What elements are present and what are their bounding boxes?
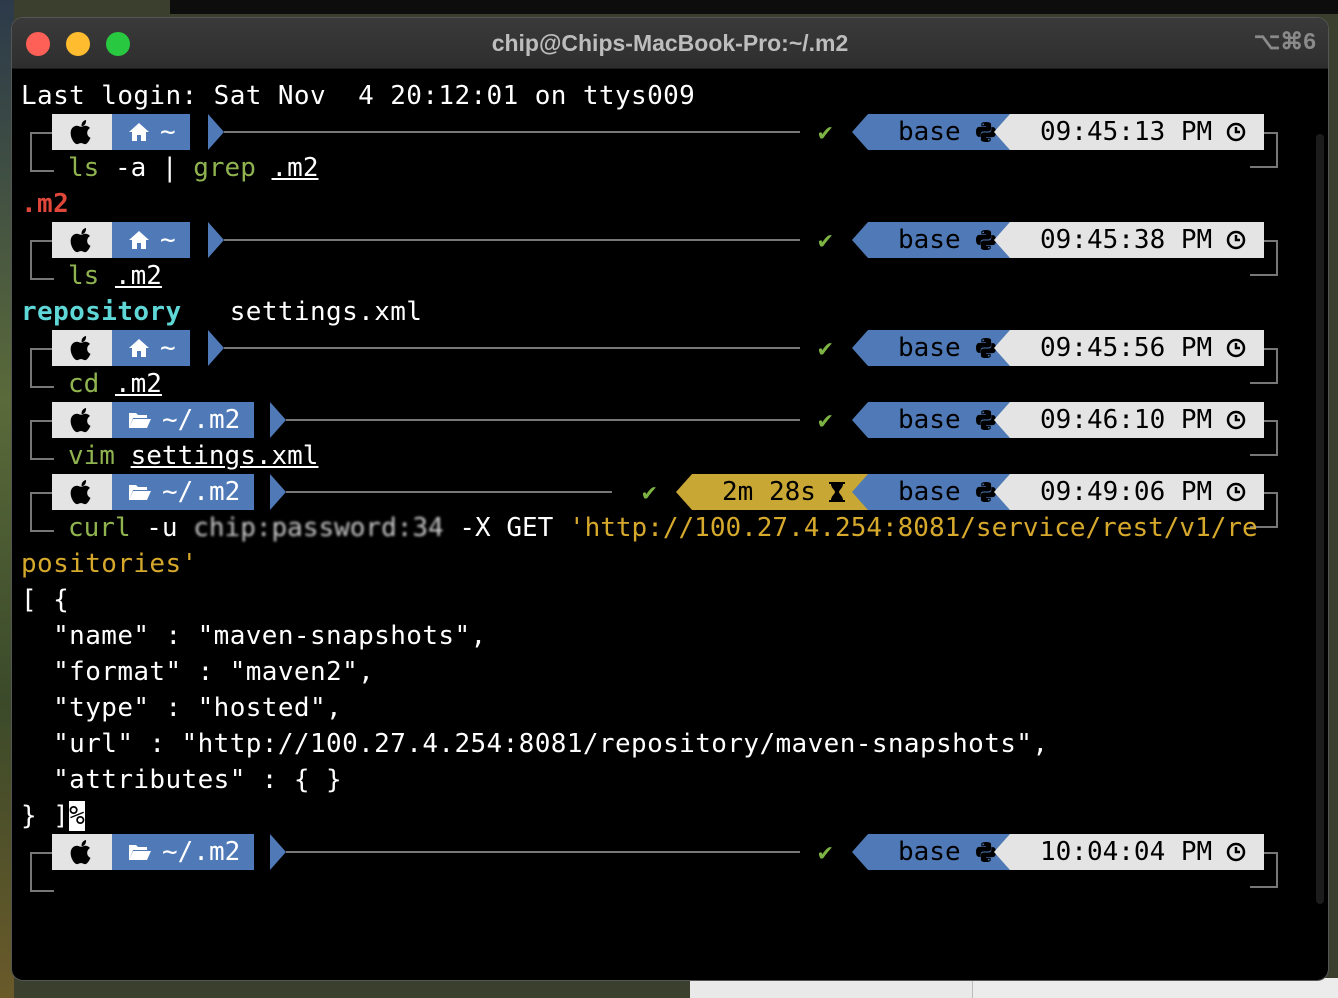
command-line: curl -u chip:password:34 -X GET 'http://…: [68, 513, 1258, 543]
home-icon: [128, 122, 150, 142]
command-line: ls -a | grep .m2: [68, 153, 319, 183]
eol-mark: %: [69, 801, 86, 831]
prompt-row: ~ ✔ base 09:45:38 PM: [12, 222, 1328, 280]
hourglass-icon: [828, 481, 846, 503]
success-check-icon: ✔: [818, 406, 833, 434]
redacted-credentials: chip:password:34: [193, 513, 444, 543]
prompt-row: ~/.m2 ✔ base 10:04:04 PM: [12, 834, 1328, 892]
home-icon: [128, 230, 150, 250]
clock-icon: [1226, 122, 1246, 142]
clock-icon: [1226, 410, 1246, 430]
time-segment: 09:45:38 PM: [1010, 222, 1264, 258]
folder-open-icon: [128, 842, 152, 862]
command-line: ls .m2: [68, 261, 162, 291]
login-line: Last login: Sat Nov 4 20:12:01 on ttys00…: [21, 81, 696, 111]
command-line: cd .m2: [68, 369, 162, 399]
ls-output: repository settings.xml: [21, 297, 423, 327]
folder-open-icon: [128, 482, 152, 502]
window-title: chip@Chips-MacBook-Pro:~/.m2: [491, 30, 849, 56]
time-segment: 09:45:13 PM: [1010, 114, 1264, 150]
json-line: "name" : "maven-snapshots",: [21, 621, 487, 651]
title-bar[interactable]: chip@Chips-MacBook-Pro:~/.m2 ⌥⌘6: [12, 18, 1328, 69]
success-check-icon: ✔: [818, 226, 833, 254]
clock-icon: [1226, 842, 1246, 862]
clock-icon: [1226, 338, 1246, 358]
curl-url-wrap: positories': [21, 549, 198, 579]
apple-icon: [52, 474, 112, 510]
apple-icon: [52, 114, 112, 150]
directory-segment: ~/.m2: [112, 834, 255, 870]
json-line: "attributes" : { }: [21, 765, 343, 795]
time-segment: 09:49:06 PM: [1010, 474, 1264, 510]
prompt-row: ~/.m2 ✔ 2m 28s base 09:49:06 PM: [12, 474, 1328, 532]
directory-segment: ~: [112, 330, 190, 366]
terminal-window[interactable]: chip@Chips-MacBook-Pro:~/.m2 ⌥⌘6 Last lo…: [12, 18, 1328, 980]
prompt-row: ~/.m2 ✔ base 09:46:10 PM: [12, 402, 1328, 460]
json-closing-line: } ]%: [21, 801, 86, 831]
success-check-icon: ✔: [818, 838, 833, 866]
apple-icon: [52, 402, 112, 438]
terminal-content[interactable]: Last login: Sat Nov 4 20:12:01 on ttys00…: [12, 68, 1328, 980]
apple-icon: [52, 834, 112, 870]
apple-icon: [52, 222, 112, 258]
duration-segment: 2m 28s: [692, 474, 868, 510]
success-check-icon: ✔: [818, 118, 833, 146]
command-line: vim settings.xml: [68, 441, 319, 471]
directory-segment: ~: [112, 114, 190, 150]
success-check-icon: ✔: [642, 478, 657, 506]
json-line: "type" : "hosted",: [21, 693, 343, 723]
directory-segment: ~/.m2: [112, 402, 255, 438]
directory-segment: ~/.m2: [112, 474, 255, 510]
clock-icon: [1226, 482, 1246, 502]
folder-open-icon: [128, 410, 152, 430]
clock-icon: [1226, 230, 1246, 250]
json-line: "url" : "http://100.27.4.254:8081/reposi…: [21, 729, 1049, 759]
time-segment: 09:45:56 PM: [1010, 330, 1264, 366]
prompt-row: ~ ✔ base 09:45:56 PM: [12, 330, 1328, 388]
grep-output: .m2: [21, 189, 70, 219]
window-shortcut: ⌥⌘6: [1253, 28, 1316, 54]
directory-segment: ~: [112, 222, 190, 258]
time-segment: 09:46:10 PM: [1010, 402, 1264, 438]
success-check-icon: ✔: [818, 334, 833, 362]
time-segment: 10:04:04 PM: [1010, 834, 1264, 870]
home-icon: [128, 338, 150, 358]
prompt-row: ~ ✔ base 09:45:13 PM: [12, 114, 1328, 172]
apple-icon: [52, 330, 112, 366]
json-line: "format" : "maven2",: [21, 657, 375, 687]
json-line: [ {: [21, 585, 70, 615]
